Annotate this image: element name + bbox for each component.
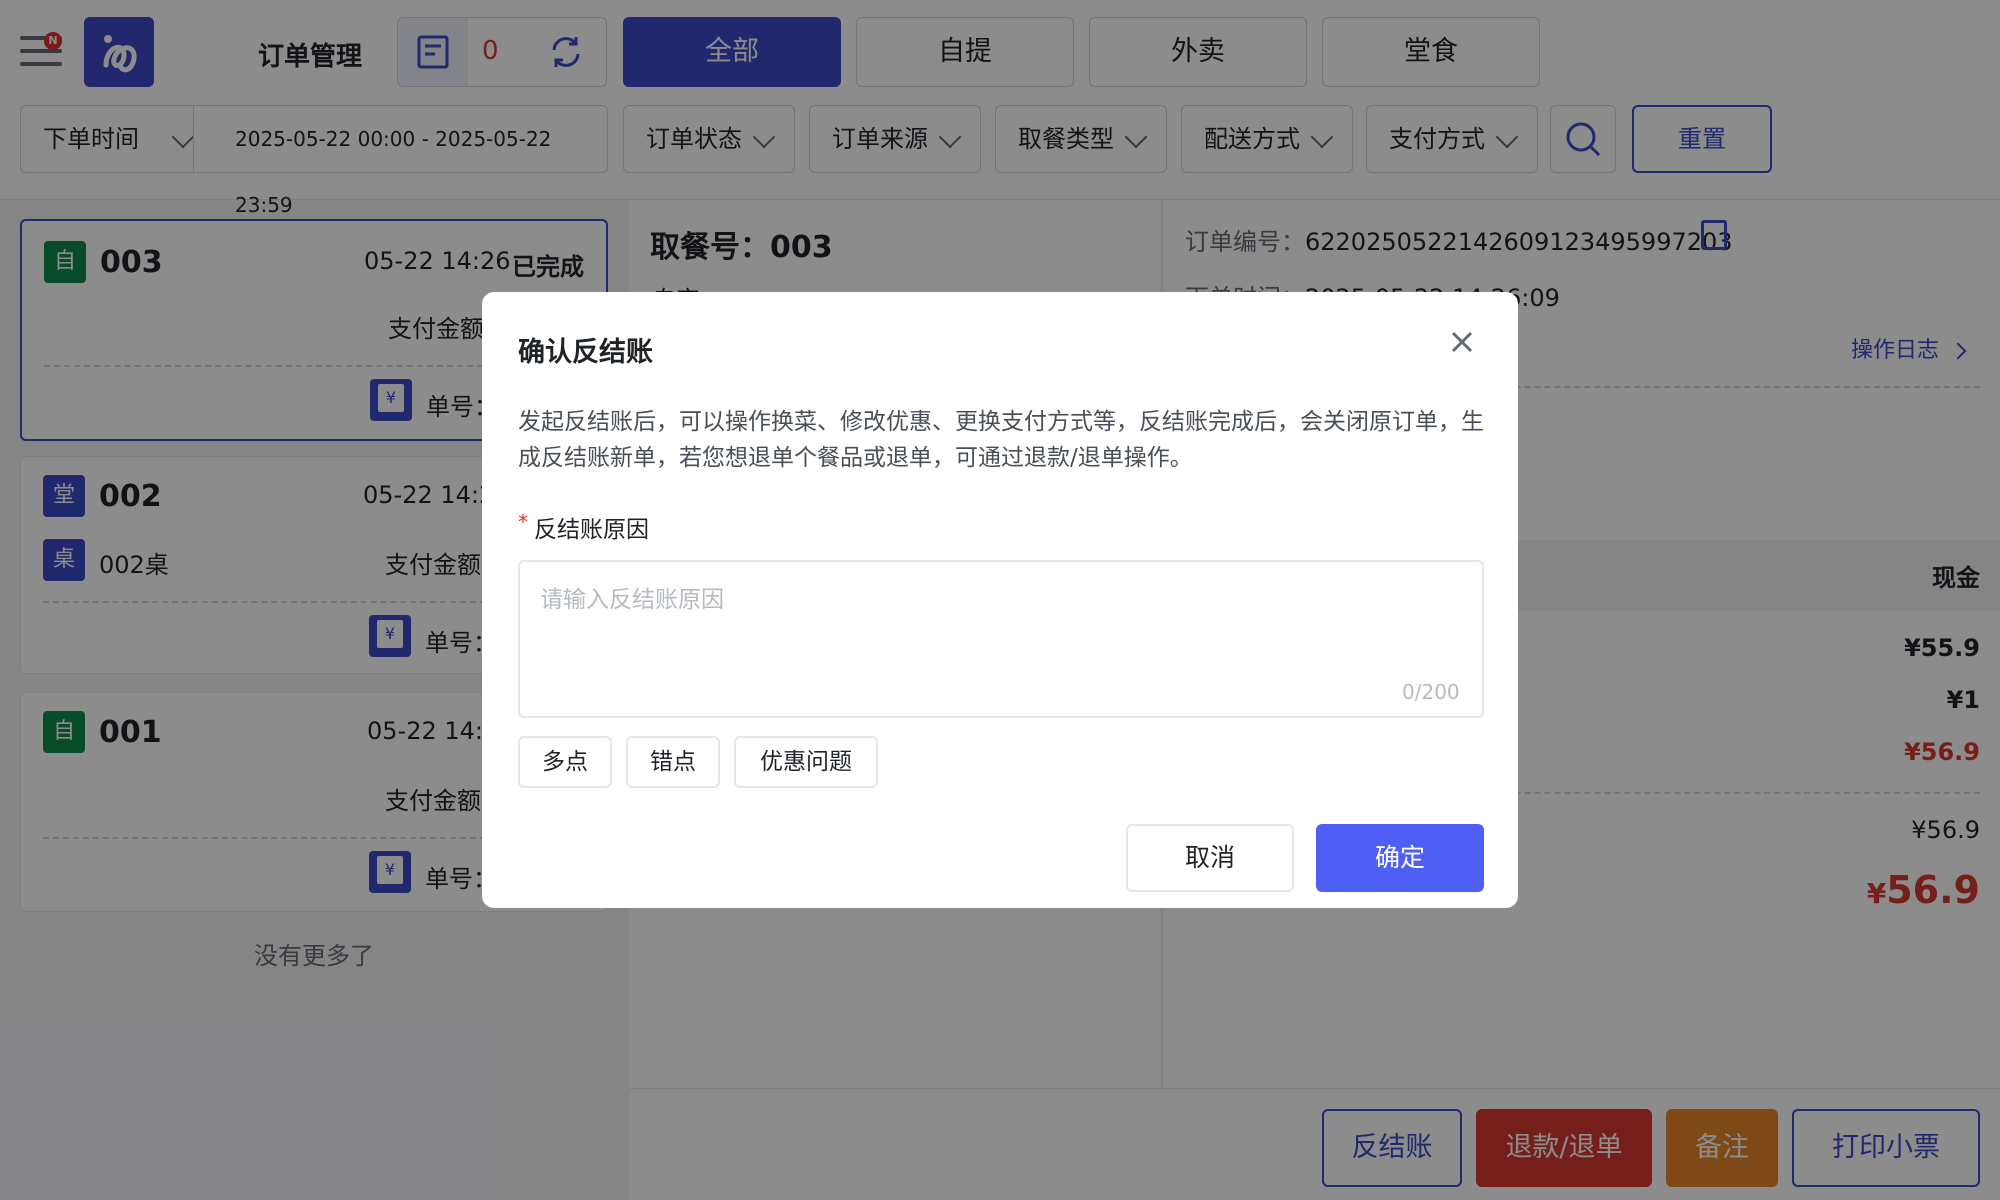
reason-textarea[interactable] — [518, 560, 1484, 718]
dialog-title: 确认反结账 — [518, 337, 653, 368]
reverse-checkout-dialog: 确认反结账 发起反结账后，可以操作换菜、修改优惠、更换支付方式等，反结账完成后，… — [482, 292, 1518, 908]
reason-chip-over-ordered[interactable]: 多点 — [518, 736, 612, 788]
dialog-description: 发起反结账后，可以操作换菜、修改优惠、更换支付方式等，反结账完成后，会关闭原订单… — [518, 409, 1484, 471]
cancel-button[interactable]: 取消 — [1126, 824, 1294, 892]
reason-label: 反结账原因 — [534, 517, 649, 543]
reason-chip-wrong-order[interactable]: 错点 — [626, 736, 720, 788]
required-mark: * — [518, 510, 528, 534]
confirm-button[interactable]: 确定 — [1316, 824, 1484, 892]
reason-chip-discount-issue[interactable]: 优惠问题 — [734, 736, 878, 788]
close-icon[interactable] — [1442, 322, 1482, 362]
char-counter: 0/200 — [1402, 680, 1460, 704]
